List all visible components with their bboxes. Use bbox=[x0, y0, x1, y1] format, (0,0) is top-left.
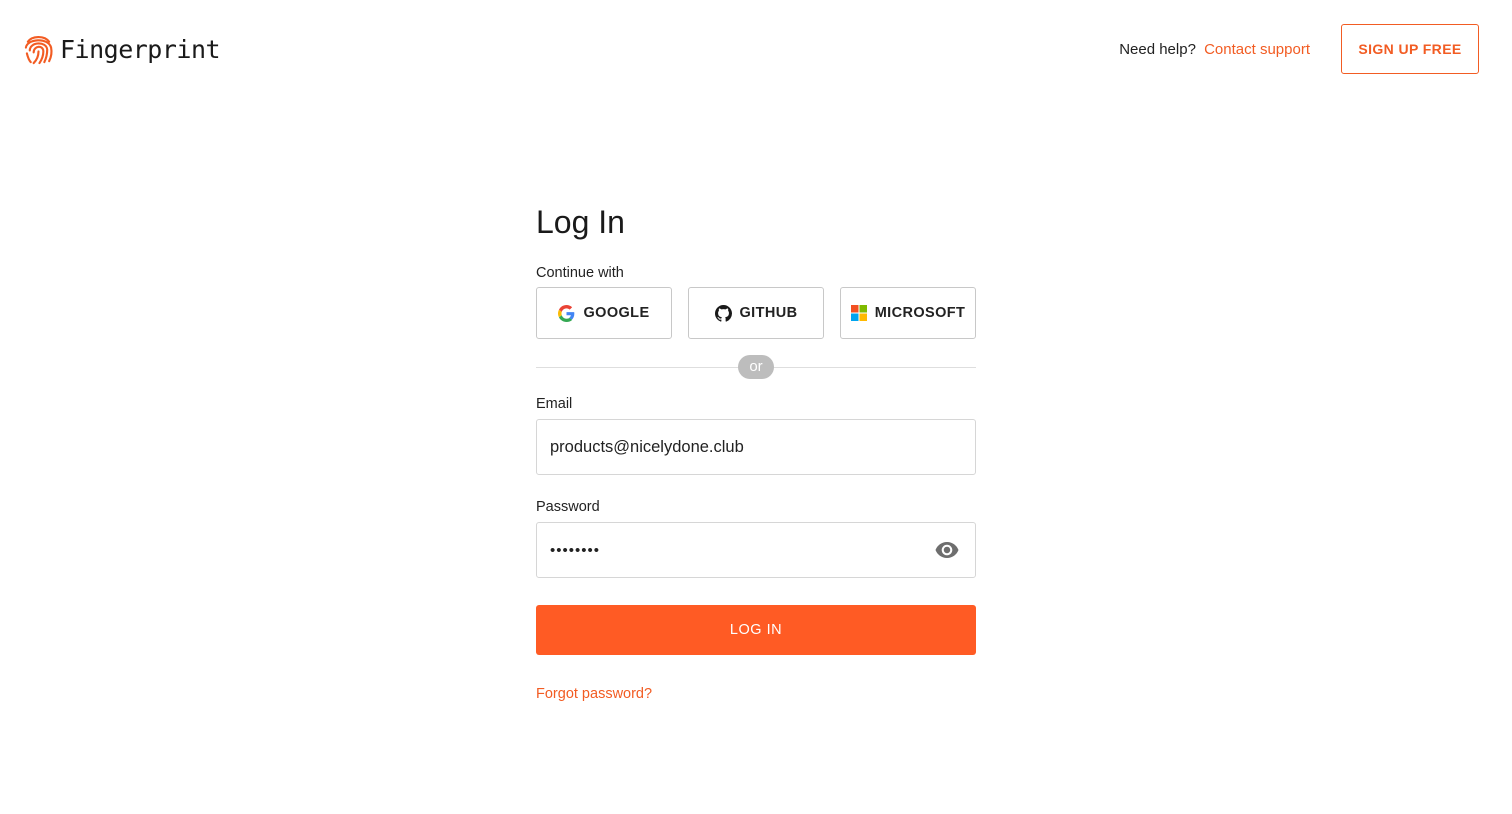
fingerprint-icon bbox=[24, 35, 53, 65]
or-divider: or bbox=[536, 355, 976, 381]
email-field-container bbox=[536, 419, 976, 475]
email-field[interactable] bbox=[537, 420, 920, 474]
password-label: Password bbox=[536, 499, 600, 515]
microsoft-label: MICROSOFT bbox=[874, 305, 966, 321]
or-badge: or bbox=[738, 355, 774, 379]
top-bar: Fingerprint Need help? Contact support S… bbox=[0, 0, 1512, 100]
social-login-row: GOOGLE GITHUB MICROSOFT bbox=[536, 287, 976, 339]
log-in-button[interactable]: LOG IN bbox=[536, 605, 976, 655]
password-field-container bbox=[536, 522, 976, 578]
github-icon bbox=[714, 304, 732, 322]
google-login-button[interactable]: GOOGLE bbox=[536, 287, 672, 339]
github-label: GITHUB bbox=[739, 305, 798, 321]
help-label: Need help? bbox=[1119, 41, 1196, 58]
sign-up-free-button[interactable]: SIGN UP FREE bbox=[1341, 24, 1479, 74]
forgot-password-link[interactable]: Forgot password? bbox=[536, 686, 652, 702]
microsoft-icon bbox=[850, 305, 867, 321]
google-label: GOOGLE bbox=[583, 305, 650, 321]
login-form: Log In Continue with GOOGLE GITHUB MICRO… bbox=[536, 200, 976, 702]
contact-support-link[interactable]: Contact support bbox=[1204, 41, 1310, 58]
fingerprint-logo[interactable]: Fingerprint bbox=[23, 33, 221, 66]
page-title: Log In bbox=[536, 204, 625, 240]
microsoft-login-button[interactable]: MICROSOFT bbox=[840, 287, 976, 339]
logo-wordmark: Fingerprint bbox=[60, 35, 221, 64]
google-icon bbox=[558, 304, 575, 322]
password-field[interactable] bbox=[537, 523, 920, 577]
eye-icon[interactable] bbox=[935, 541, 959, 559]
help-text: Need help? Contact support bbox=[1119, 41, 1310, 58]
github-login-button[interactable]: GITHUB bbox=[688, 287, 824, 339]
email-label: Email bbox=[536, 396, 573, 412]
continue-with-label: Continue with bbox=[536, 265, 624, 281]
